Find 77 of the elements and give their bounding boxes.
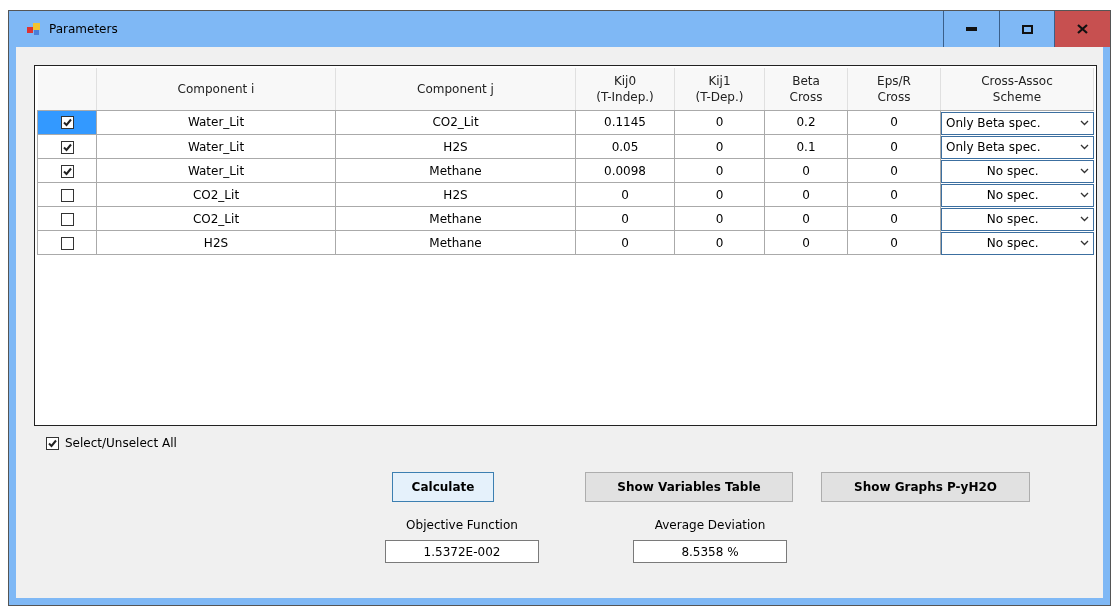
checkbox-cell[interactable] bbox=[37, 134, 97, 159]
table-cell: Methane bbox=[335, 230, 576, 255]
table-cell: CO2_Lit bbox=[335, 110, 576, 135]
result-field[interactable]: 1.5372E-002 bbox=[385, 540, 539, 563]
table-cell: H2S bbox=[96, 230, 336, 255]
table-cell: 0 bbox=[674, 158, 765, 183]
table-cell: 0 bbox=[847, 206, 941, 231]
column-header[interactable]: Component i bbox=[96, 68, 336, 110]
scheme-dropdown[interactable]: No spec. bbox=[941, 207, 1094, 231]
table-cell: 0 bbox=[847, 230, 941, 255]
table-cell: 0 bbox=[674, 206, 765, 231]
checkbox-cell[interactable] bbox=[37, 158, 97, 183]
table-cell: 0 bbox=[847, 134, 941, 159]
checkbox[interactable] bbox=[46, 436, 59, 450]
app-icon bbox=[27, 22, 41, 36]
scheme-dropdown[interactable]: No spec. bbox=[941, 159, 1094, 183]
table-cell: 0 bbox=[674, 110, 765, 135]
table-cell: Methane bbox=[335, 206, 576, 231]
chevron-down-icon bbox=[1079, 216, 1089, 222]
table-cell: Water_Lit bbox=[96, 158, 336, 183]
checkbox[interactable] bbox=[60, 164, 74, 178]
chevron-down-icon bbox=[1079, 168, 1089, 174]
result-field[interactable]: 8.5358 % bbox=[633, 540, 787, 563]
table-cell: 0 bbox=[674, 230, 765, 255]
table-cell: 0 bbox=[674, 182, 765, 207]
table-cell: Water_Lit bbox=[96, 110, 336, 135]
action-button[interactable]: Show Variables Table bbox=[585, 472, 793, 502]
column-header[interactable]: Kij1 (T-Dep.) bbox=[674, 68, 765, 110]
checkbox-cell[interactable] bbox=[37, 110, 97, 135]
chevron-down-icon bbox=[1079, 192, 1089, 198]
window-title: Parameters bbox=[49, 22, 119, 36]
table-cell: 0.05 bbox=[575, 134, 675, 159]
chevron-down-icon bbox=[1079, 120, 1089, 126]
column-header[interactable]: Component j bbox=[335, 68, 576, 110]
table-cell: H2S bbox=[335, 134, 576, 159]
table-cell: Water_Lit bbox=[96, 134, 336, 159]
scheme-dropdown[interactable]: No spec. bbox=[941, 183, 1094, 207]
action-button[interactable]: Show Graphs P-yH2O bbox=[821, 472, 1030, 502]
table-cell: 0.0098 bbox=[575, 158, 675, 183]
checkbox[interactable] bbox=[60, 236, 74, 250]
checkbox[interactable] bbox=[60, 212, 74, 226]
table-cell: 0 bbox=[575, 206, 675, 231]
table-cell: 0 bbox=[674, 134, 765, 159]
table-cell: 0.2 bbox=[764, 110, 848, 135]
checkbox[interactable] bbox=[60, 116, 74, 130]
table-cell: CO2_Lit bbox=[96, 206, 336, 231]
checkbox-cell[interactable] bbox=[37, 182, 97, 207]
table-cell: 0 bbox=[575, 230, 675, 255]
checkbox-cell[interactable] bbox=[37, 230, 97, 255]
scheme-dropdown[interactable]: No spec. bbox=[941, 231, 1094, 255]
scheme-dropdown[interactable]: Only Beta spec. bbox=[941, 135, 1094, 159]
close-icon bbox=[1077, 24, 1088, 34]
table-cell: 0.1145 bbox=[575, 110, 675, 135]
table-cell: 0 bbox=[847, 182, 941, 207]
checkbox[interactable] bbox=[60, 188, 74, 202]
scheme-dropdown[interactable]: Only Beta spec. bbox=[941, 111, 1094, 135]
select-all-label[interactable]: Select/Unselect All bbox=[65, 436, 177, 450]
table-cell: Methane bbox=[335, 158, 576, 183]
chevron-down-icon bbox=[1079, 144, 1089, 150]
column-header[interactable]: Cross-Assoc Scheme bbox=[940, 68, 1094, 110]
column-header[interactable]: Kij0 (T-Indep.) bbox=[575, 68, 675, 110]
table-cell: 0 bbox=[847, 110, 941, 135]
result-label: Objective Function bbox=[406, 518, 518, 532]
table-cell: 0 bbox=[847, 158, 941, 183]
table-cell: 0 bbox=[575, 182, 675, 207]
minimize-icon bbox=[966, 27, 977, 31]
table-cell: H2S bbox=[335, 182, 576, 207]
action-button[interactable]: Calculate bbox=[392, 472, 494, 502]
checkbox[interactable] bbox=[60, 140, 74, 154]
table-cell: CO2_Lit bbox=[96, 182, 336, 207]
checkbox-cell[interactable] bbox=[37, 206, 97, 231]
column-header[interactable]: Eps/R Cross bbox=[847, 68, 941, 110]
chevron-down-icon bbox=[1079, 240, 1089, 246]
maximize-icon bbox=[1021, 24, 1033, 34]
result-label: Average Deviation bbox=[654, 518, 766, 532]
column-header[interactable]: Beta Cross bbox=[764, 68, 848, 110]
header-cell bbox=[37, 68, 97, 110]
